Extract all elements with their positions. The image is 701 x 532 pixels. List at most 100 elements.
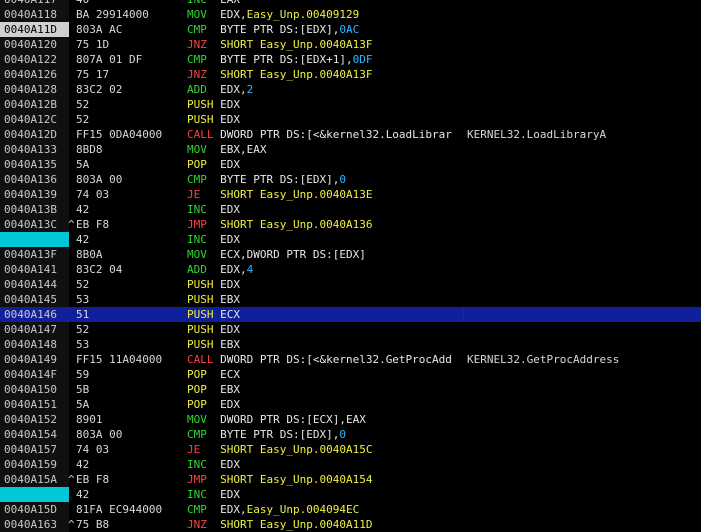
hex-dump-cell[interactable]: 83C2 04 (76, 262, 184, 277)
disassembly-cell[interactable]: PUSH EDX (187, 322, 463, 337)
hex-dump-cell[interactable]: 83C2 02 (76, 82, 184, 97)
hex-dump-cell[interactable]: FF15 0DA04000 (76, 127, 184, 142)
disassembly-cell[interactable]: POP EBX (187, 382, 463, 397)
disassembly-cell[interactable]: JE SHORT Easy_Unp.0040A13E (187, 187, 463, 202)
disassembly-cell[interactable]: JNZ SHORT Easy_Unp.0040A13F (187, 37, 463, 52)
instruction-row[interactable]: 0040A159 42 INC EDX (0, 457, 701, 472)
disassembly-cell[interactable]: INC EDX (187, 457, 463, 472)
hex-dump-cell[interactable]: 53 (76, 292, 184, 307)
instruction-row[interactable]: 0040A150 5B POP EBX (0, 382, 701, 397)
address-cell[interactable]: 0040A122 (0, 52, 69, 67)
instruction-row[interactable]: 0040A13E 42 INC EDX (0, 232, 701, 247)
address-cell[interactable]: 0040A128 (0, 82, 69, 97)
address-cell[interactable]: 0040A13B (0, 202, 69, 217)
disassembly-cell[interactable]: MOV EDX,Easy_Unp.00409129 (187, 7, 463, 22)
address-cell[interactable]: 0040A13E (0, 232, 69, 247)
disassembly-cell[interactable]: JMP SHORT Easy_Unp.0040A154 (187, 472, 463, 487)
hex-dump-cell[interactable]: 42 (76, 202, 184, 217)
instruction-row[interactable]: 0040A141 83C2 04 ADD EDX,4 (0, 262, 701, 277)
disassembly-cell[interactable]: INC EDX (187, 487, 463, 502)
hex-dump-cell[interactable]: 74 03 (76, 187, 184, 202)
address-cell[interactable]: 0040A14F (0, 367, 69, 382)
disassembly-cell[interactable]: JNZ SHORT Easy_Unp.0040A13F (187, 67, 463, 82)
hex-dump-cell[interactable]: 51 (76, 307, 184, 322)
hex-dump-cell[interactable]: 42 (76, 457, 184, 472)
instruction-row[interactable]: 0040A157 74 03 JE SHORT Easy_Unp.0040A15C (0, 442, 701, 457)
hex-dump-cell[interactable]: BA 29914000 (76, 7, 184, 22)
hex-dump-cell[interactable]: 803A 00 (76, 427, 184, 442)
hex-dump-cell[interactable]: 52 (76, 277, 184, 292)
disassembly-cell[interactable]: PUSH EBX (187, 292, 463, 307)
hex-dump-cell[interactable]: 59 (76, 367, 184, 382)
hex-dump-cell[interactable]: 8BD8 (76, 142, 184, 157)
hex-dump-cell[interactable]: 75 17 (76, 67, 184, 82)
hex-dump-cell[interactable]: 5A (76, 397, 184, 412)
disassembly-cell[interactable]: POP ECX (187, 367, 463, 382)
disassembly-cell[interactable]: PUSH EDX (187, 277, 463, 292)
instruction-row[interactable]: 0040A122 807A 01 DF CMP BYTE PTR DS:[EDX+1… (0, 52, 701, 67)
hex-dump-cell[interactable]: 52 (76, 112, 184, 127)
instruction-row[interactable]: 0040A12B 52 PUSH EDX (0, 97, 701, 112)
instruction-row[interactable]: 0040A126 75 17 JNZ SHORT Easy_Unp.0040A13F (0, 67, 701, 82)
address-cell[interactable]: 0040A163 (0, 517, 69, 532)
disassembly-cell[interactable]: JNZ SHORT Easy_Unp.0040A11D (187, 517, 463, 532)
instruction-row[interactable]: 0040A12C 52 PUSH EDX (0, 112, 701, 127)
hex-dump-cell[interactable]: 5A (76, 157, 184, 172)
address-cell[interactable]: 0040A154 (0, 427, 69, 442)
hex-dump-cell[interactable]: 75 1D (76, 37, 184, 52)
address-cell[interactable]: 0040A144 (0, 277, 69, 292)
hex-dump-cell[interactable]: 803A AC (76, 22, 184, 37)
hex-dump-cell[interactable]: 75 B8 (76, 517, 184, 532)
hex-dump-cell[interactable]: 803A 00 (76, 172, 184, 187)
disassembly-cell[interactable]: ADD EDX,4 (187, 262, 463, 277)
comment-cell[interactable]: KERNEL32.GetProcAddress (467, 352, 701, 367)
address-cell[interactable]: 0040A120 (0, 37, 69, 52)
disassembly-cell[interactable]: POP EDX (187, 397, 463, 412)
disassembly-cell[interactable]: PUSH EBX (187, 337, 463, 352)
hex-dump-cell[interactable]: FF15 11A04000 (76, 352, 184, 367)
hex-dump-cell[interactable]: EB F8 (76, 217, 184, 232)
address-cell[interactable]: 0040A15A (0, 472, 69, 487)
address-cell[interactable]: 0040A12B (0, 97, 69, 112)
instruction-row[interactable]: 0040A152 8901 MOV DWORD PTR DS:[ECX],EAX (0, 412, 701, 427)
instruction-row[interactable]: 0040A128 83C2 02 ADD EDX,2 (0, 82, 701, 97)
instruction-row[interactable]: 0040A147 52 PUSH EDX (0, 322, 701, 337)
hex-dump-cell[interactable]: 42 (76, 487, 184, 502)
disassembly-cell[interactable]: CALL DWORD PTR DS:[<&kernel32.LoadLibrar (187, 127, 463, 142)
hex-dump-cell[interactable]: 52 (76, 97, 184, 112)
address-cell[interactable]: 0040A146 (0, 307, 69, 322)
hex-dump-cell[interactable]: 74 03 (76, 442, 184, 457)
address-cell[interactable]: 0040A13C (0, 217, 69, 232)
instruction-row[interactable]: 0040A13C ^ EB F8 JMP SHORT Easy_Unp.0040A13… (0, 217, 701, 232)
comment-cell[interactable]: KERNEL32.LoadLibraryA (467, 127, 701, 142)
address-cell[interactable]: 0040A12D (0, 127, 69, 142)
hex-dump-cell[interactable]: 81FA EC944000 (76, 502, 184, 517)
disassembly-cell[interactable]: CMP BYTE PTR DS:[EDX+1],0DF (187, 52, 463, 67)
disassembly-cell[interactable]: CMP BYTE PTR DS:[EDX],0AC (187, 22, 463, 37)
disassembly-cell[interactable]: PUSH EDX (187, 97, 463, 112)
instruction-row[interactable]: 0040A163 ^ 75 B8 JNZ SHORT Easy_Unp.0040A11… (0, 517, 701, 532)
address-cell[interactable]: 0040A150 (0, 382, 69, 397)
instruction-row[interactable]: 0040A154 803A 00 CMP BYTE PTR DS:[EDX],0 (0, 427, 701, 442)
address-cell[interactable]: 0040A148 (0, 337, 69, 352)
address-cell[interactable]: 0040A145 (0, 292, 69, 307)
disassembly-cell[interactable]: JE SHORT Easy_Unp.0040A15C (187, 442, 463, 457)
hex-dump-cell[interactable]: 40 (76, 0, 184, 7)
instruction-row[interactable]: 0040A149 FF15 11A04000 CALL DWORD PTR DS:[… (0, 352, 701, 367)
hex-dump-cell[interactable]: 5B (76, 382, 184, 397)
disassembly-cell[interactable]: CMP EDX,Easy_Unp.004094EC (187, 502, 463, 517)
disassembly-cell[interactable]: INC EDX (187, 202, 463, 217)
instruction-row[interactable]: 0040A15D 81FA EC944000 CMP EDX,Easy_Unp.00… (0, 502, 701, 517)
instruction-row[interactable]: 0040A133 8BD8 MOV EBX,EAX (0, 142, 701, 157)
instruction-row[interactable]: 0040A12D FF15 0DA04000 CALL DWORD PTR DS:[… (0, 127, 701, 142)
disassembly-cell[interactable]: ADD EDX,2 (187, 82, 463, 97)
address-cell[interactable]: 0040A159 (0, 457, 69, 472)
hex-dump-cell[interactable]: 8901 (76, 412, 184, 427)
address-cell[interactable]: 0040A126 (0, 67, 69, 82)
address-cell[interactable]: 0040A118 (0, 7, 69, 22)
address-cell[interactable]: 0040A149 (0, 352, 69, 367)
hex-dump-cell[interactable]: EB F8 (76, 472, 184, 487)
disassembly-cell[interactable]: INC EDX (187, 232, 463, 247)
hex-dump-cell[interactable]: 52 (76, 322, 184, 337)
instruction-row[interactable]: 0040A135 5A POP EDX (0, 157, 701, 172)
